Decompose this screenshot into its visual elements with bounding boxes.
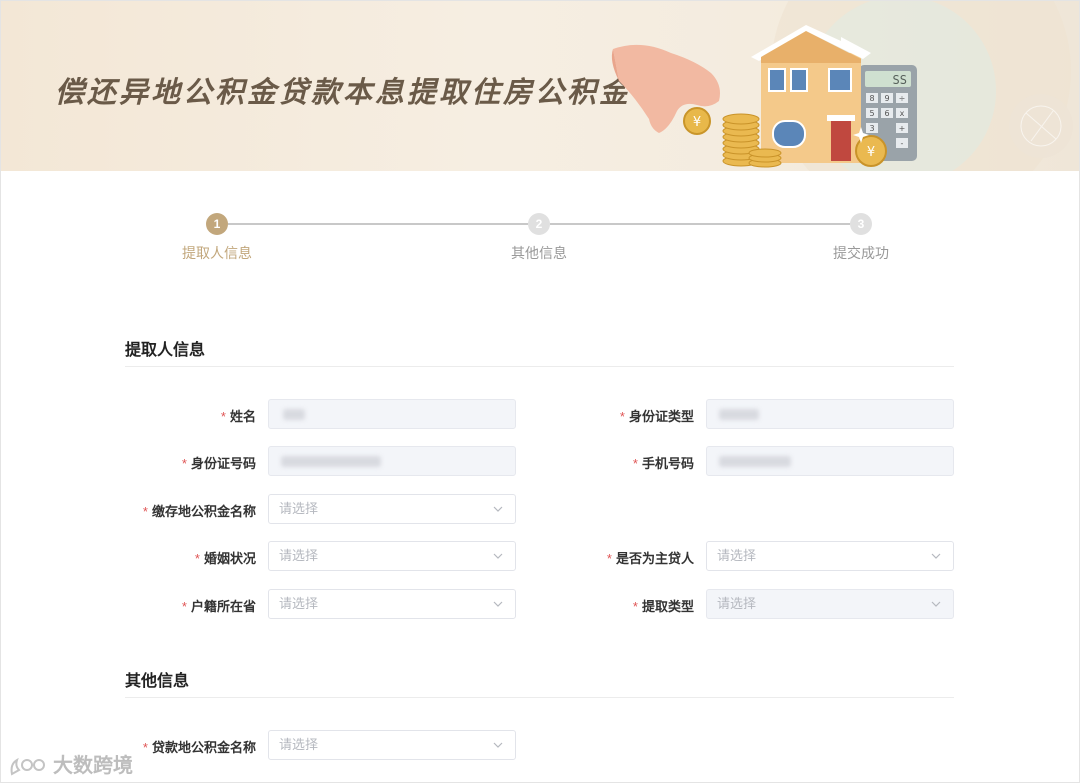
name-label: * 姓名 — [221, 406, 256, 425]
marital-status-select[interactable]: 请选择 — [268, 541, 516, 571]
chevron-down-icon — [493, 553, 503, 559]
step-applicant-info: 1 提取人信息 — [147, 206, 287, 263]
redacted-value — [283, 409, 305, 420]
redacted-value — [281, 456, 381, 467]
withdrawal-type-select[interactable]: 请选择 — [706, 589, 954, 619]
loan-fund-name-select[interactable]: 请选择 — [268, 730, 516, 760]
step-other-info: 2 其他信息 — [469, 206, 609, 263]
is-main-borrower-select[interactable]: 请选择 — [706, 541, 954, 571]
household-province-label: * 户籍所在省 — [182, 596, 256, 615]
select-placeholder: 请选择 — [279, 548, 319, 563]
select-placeholder: 请选择 — [717, 548, 757, 563]
calc-key: - — [901, 139, 904, 148]
withdrawal-type-label-text: 提取类型 — [641, 599, 694, 614]
required-mark: * — [632, 456, 638, 471]
deposit-fund-name-label: * 缴存地公积金名称 — [143, 501, 256, 520]
watermark-logo-icon — [10, 757, 45, 776]
select-placeholder: 请选择 — [279, 596, 319, 611]
required-mark: * — [606, 551, 612, 566]
marital-status-field: * 婚姻状况 请选择 — [195, 541, 516, 571]
household-province-field: * 户籍所在省 请选择 — [182, 589, 516, 619]
chevron-down-icon — [931, 601, 941, 607]
household-province-label-text: 户籍所在省 — [190, 599, 256, 614]
name-input[interactable] — [268, 399, 516, 429]
id-type-field: * 身份证类型 — [620, 399, 954, 429]
name-field: * 姓名 — [221, 399, 516, 429]
required-mark: * — [194, 551, 200, 566]
select-placeholder: 请选择 — [279, 737, 319, 752]
phone-label: * 手机号码 — [633, 453, 694, 472]
progress-steps: 1 提取人信息 2 其他信息 3 提交成功 — [1, 206, 1079, 276]
deposit-fund-name-label-text: 缴存地公积金名称 — [151, 504, 256, 519]
calc-key: 5 — [869, 109, 874, 118]
required-mark: * — [619, 409, 625, 424]
step-submit-success: 3 提交成功 — [791, 206, 931, 263]
withdrawal-type-label: * 提取类型 — [633, 596, 694, 615]
phone-input[interactable] — [706, 446, 954, 476]
section-divider — [125, 366, 954, 367]
section-divider — [125, 697, 954, 698]
loan-fund-name-label: * 贷款地公积金名称 — [143, 737, 256, 756]
calc-key: 3 — [869, 124, 874, 133]
step-label: 提取人信息 — [182, 245, 252, 261]
redacted-value — [719, 456, 791, 467]
section-title-applicant: 提取人信息 — [125, 342, 206, 359]
banner: 偿还异地公积金贷款本息提取住房公积金 ¥ SS 8 9 ÷ 5 6 x 3 + … — [1, 1, 1079, 171]
id-type-label-text: 身份证类型 — [628, 409, 694, 424]
calc-key: 8 — [869, 94, 874, 103]
chevron-down-icon — [931, 553, 941, 559]
calc-key: ÷ — [899, 94, 906, 103]
chevron-down-icon — [493, 601, 503, 607]
section-title-other: 其他信息 — [125, 673, 190, 690]
is-main-borrower-label-text: 是否为主贷人 — [615, 551, 694, 566]
required-mark: * — [142, 740, 148, 755]
id-type-label: * 身份证类型 — [620, 406, 694, 425]
step-number: 2 — [528, 213, 550, 235]
deposit-fund-name-select[interactable]: 请选择 — [268, 494, 516, 524]
step-label: 其他信息 — [511, 245, 567, 261]
required-mark: * — [220, 409, 226, 424]
watermark-text: 大数跨境 — [53, 755, 133, 777]
household-province-select[interactable]: 请选择 — [268, 589, 516, 619]
required-mark: * — [632, 599, 638, 614]
required-mark: * — [181, 456, 187, 471]
step-label: 提交成功 — [833, 245, 889, 261]
id-type-input[interactable] — [706, 399, 954, 429]
loan-fund-name-label-text: 贷款地公积金名称 — [151, 740, 256, 755]
step-number: 1 — [206, 213, 228, 235]
calculator-display: SS — [893, 73, 907, 87]
banner-illustration: ¥ SS 8 9 ÷ 5 6 x 3 + - ¥ — [611, 1, 1073, 171]
chevron-down-icon — [493, 742, 503, 748]
id-number-input[interactable] — [268, 446, 516, 476]
required-mark: * — [181, 599, 187, 614]
phone-field: * 手机号码 — [633, 446, 954, 476]
redacted-value — [719, 409, 759, 420]
step-number: 3 — [850, 213, 872, 235]
banner-title: 偿还异地公积金贷款本息提取住房公积金 — [55, 75, 632, 109]
marital-status-label: * 婚姻状况 — [195, 548, 256, 567]
coin-yuan-1: ¥ — [693, 115, 701, 130]
loan-fund-name-field: * 贷款地公积金名称 请选择 — [143, 730, 516, 760]
page: 偿还异地公积金贷款本息提取住房公积金 ¥ SS 8 9 ÷ 5 6 x 3 + … — [0, 0, 1080, 783]
coin-yuan-2: ¥ — [867, 145, 875, 160]
calc-key: 9 — [884, 94, 889, 103]
select-placeholder: 请选择 — [279, 501, 319, 516]
withdrawal-type-field: * 提取类型 请选择 — [633, 589, 954, 619]
name-label-text: 姓名 — [229, 409, 256, 424]
deposit-fund-name-field: * 缴存地公积金名称 请选择 — [143, 494, 516, 524]
select-placeholder: 请选择 — [717, 596, 757, 611]
is-main-borrower-field: * 是否为主贷人 请选择 — [607, 541, 954, 571]
id-number-label: * 身份证号码 — [182, 453, 256, 472]
id-number-field: * 身份证号码 — [182, 446, 516, 476]
chevron-down-icon — [493, 506, 503, 512]
marital-status-label-text: 婚姻状况 — [203, 551, 256, 566]
phone-label-text: 手机号码 — [641, 456, 694, 471]
id-number-label-text: 身份证号码 — [190, 456, 256, 471]
calc-key: + — [899, 124, 906, 133]
watermark: 大数跨境 — [9, 749, 133, 778]
calc-key: x — [900, 109, 905, 118]
required-mark: * — [142, 504, 148, 519]
is-main-borrower-label: * 是否为主贷人 — [607, 548, 694, 567]
calc-key: 6 — [884, 109, 889, 118]
